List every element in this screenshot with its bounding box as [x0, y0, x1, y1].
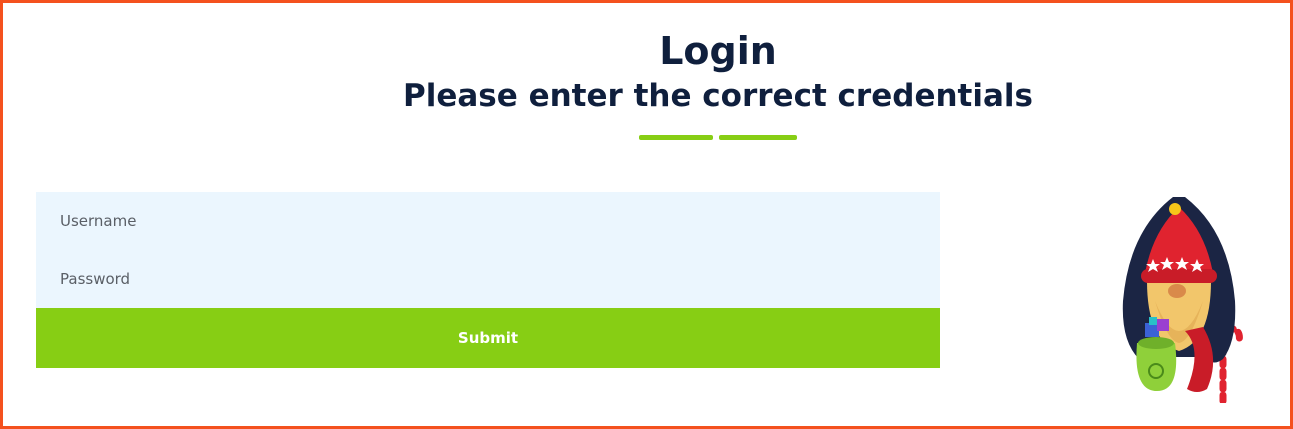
page-frame: Login Please enter the correct credentia…	[0, 0, 1293, 429]
username-input[interactable]	[36, 192, 940, 250]
title-divider-right	[719, 135, 797, 140]
title-divider-left	[639, 135, 713, 140]
submit-button[interactable]: Submit	[36, 308, 940, 368]
login-form: Submit	[36, 192, 940, 368]
page-title: Login	[659, 29, 777, 73]
page-subtitle: Please enter the correct credentials	[403, 78, 1033, 114]
gnome-mascot-icon	[1122, 197, 1243, 403]
password-input[interactable]	[36, 250, 940, 308]
